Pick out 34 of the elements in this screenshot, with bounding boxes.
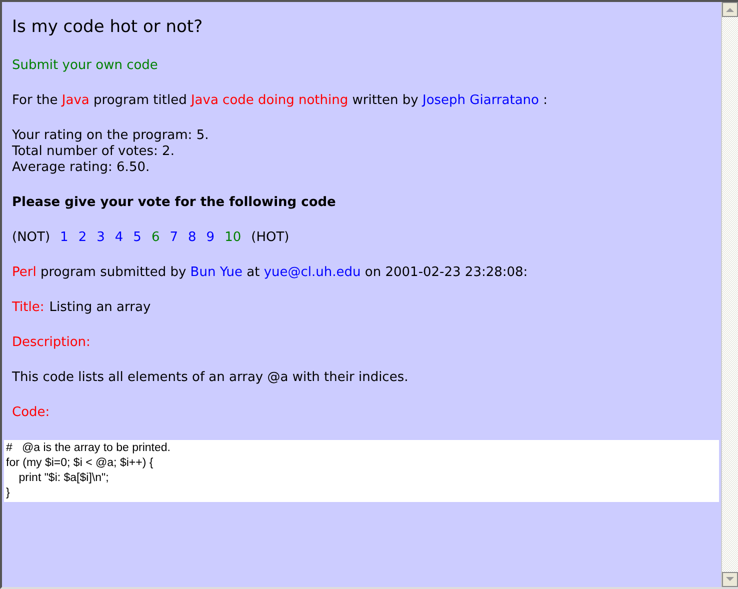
vote-link[interactable]: 2 bbox=[78, 230, 87, 246]
rating-stat-text: Total number of votes: 2. bbox=[12, 144, 176, 160]
vote-link[interactable]: 1 bbox=[60, 230, 68, 246]
down-arrow-icon bbox=[726, 577, 734, 582]
vote-link[interactable]: 6 bbox=[151, 230, 160, 246]
description-text: This code lists all elements of an array @a with their indices. bbox=[12, 370, 410, 386]
author-link[interactable]: yue@cl.uh.edu bbox=[264, 265, 361, 280]
rating-stat-text: Average rating: 6.50. bbox=[12, 160, 151, 176]
hot-label: (HOT) bbox=[251, 230, 290, 246]
vote-link[interactable]: 3 bbox=[96, 230, 105, 246]
title-label: Title: bbox=[12, 300, 44, 316]
vote-link[interactable]: 8 bbox=[188, 230, 196, 246]
title-value: Listing an array bbox=[49, 300, 151, 316]
scroll-up-button[interactable] bbox=[722, 2, 738, 17]
rating-stat-text: Your rating on the program: 5. bbox=[12, 128, 210, 144]
vote-link[interactable]: 7 bbox=[170, 230, 178, 246]
vote-link[interactable]: 5 bbox=[133, 230, 142, 246]
vote-prompt: Please give your vote for the following code bbox=[12, 195, 337, 211]
author-link[interactable]: Joseph Giarratano bbox=[422, 93, 540, 108]
author-link[interactable]: Bun Yue bbox=[190, 265, 243, 280]
code-block: # @a is the array to be printed. for (my $i=0; $i < @a; $i++) { print "$i: $a[$i]\n"; } bbox=[4, 440, 719, 502]
submission-info-text: Perl program submitted by Bun Yue at yue@cl.uh.edu on 2001-02-23 23:28:08: bbox=[12, 265, 529, 281]
program-info-text: For the Java program titled Java code doing nothing written by Joseph Giarratano : bbox=[12, 93, 549, 109]
submit-code-link[interactable]: Submit your own code bbox=[12, 58, 158, 73]
page-heading: Is my code hot or not? bbox=[12, 16, 204, 38]
vote-link[interactable]: 10 bbox=[224, 230, 242, 246]
vote-link[interactable]: 4 bbox=[114, 230, 124, 246]
description-label: Description: bbox=[12, 335, 92, 351]
scroll-down-button[interactable] bbox=[722, 572, 738, 587]
vertical-scrollbar[interactable] bbox=[721, 2, 738, 587]
vote-link[interactable]: 9 bbox=[206, 230, 215, 246]
not-label: (NOT) bbox=[12, 230, 50, 246]
up-arrow-icon bbox=[726, 7, 734, 12]
code-label: Code: bbox=[12, 405, 51, 421]
